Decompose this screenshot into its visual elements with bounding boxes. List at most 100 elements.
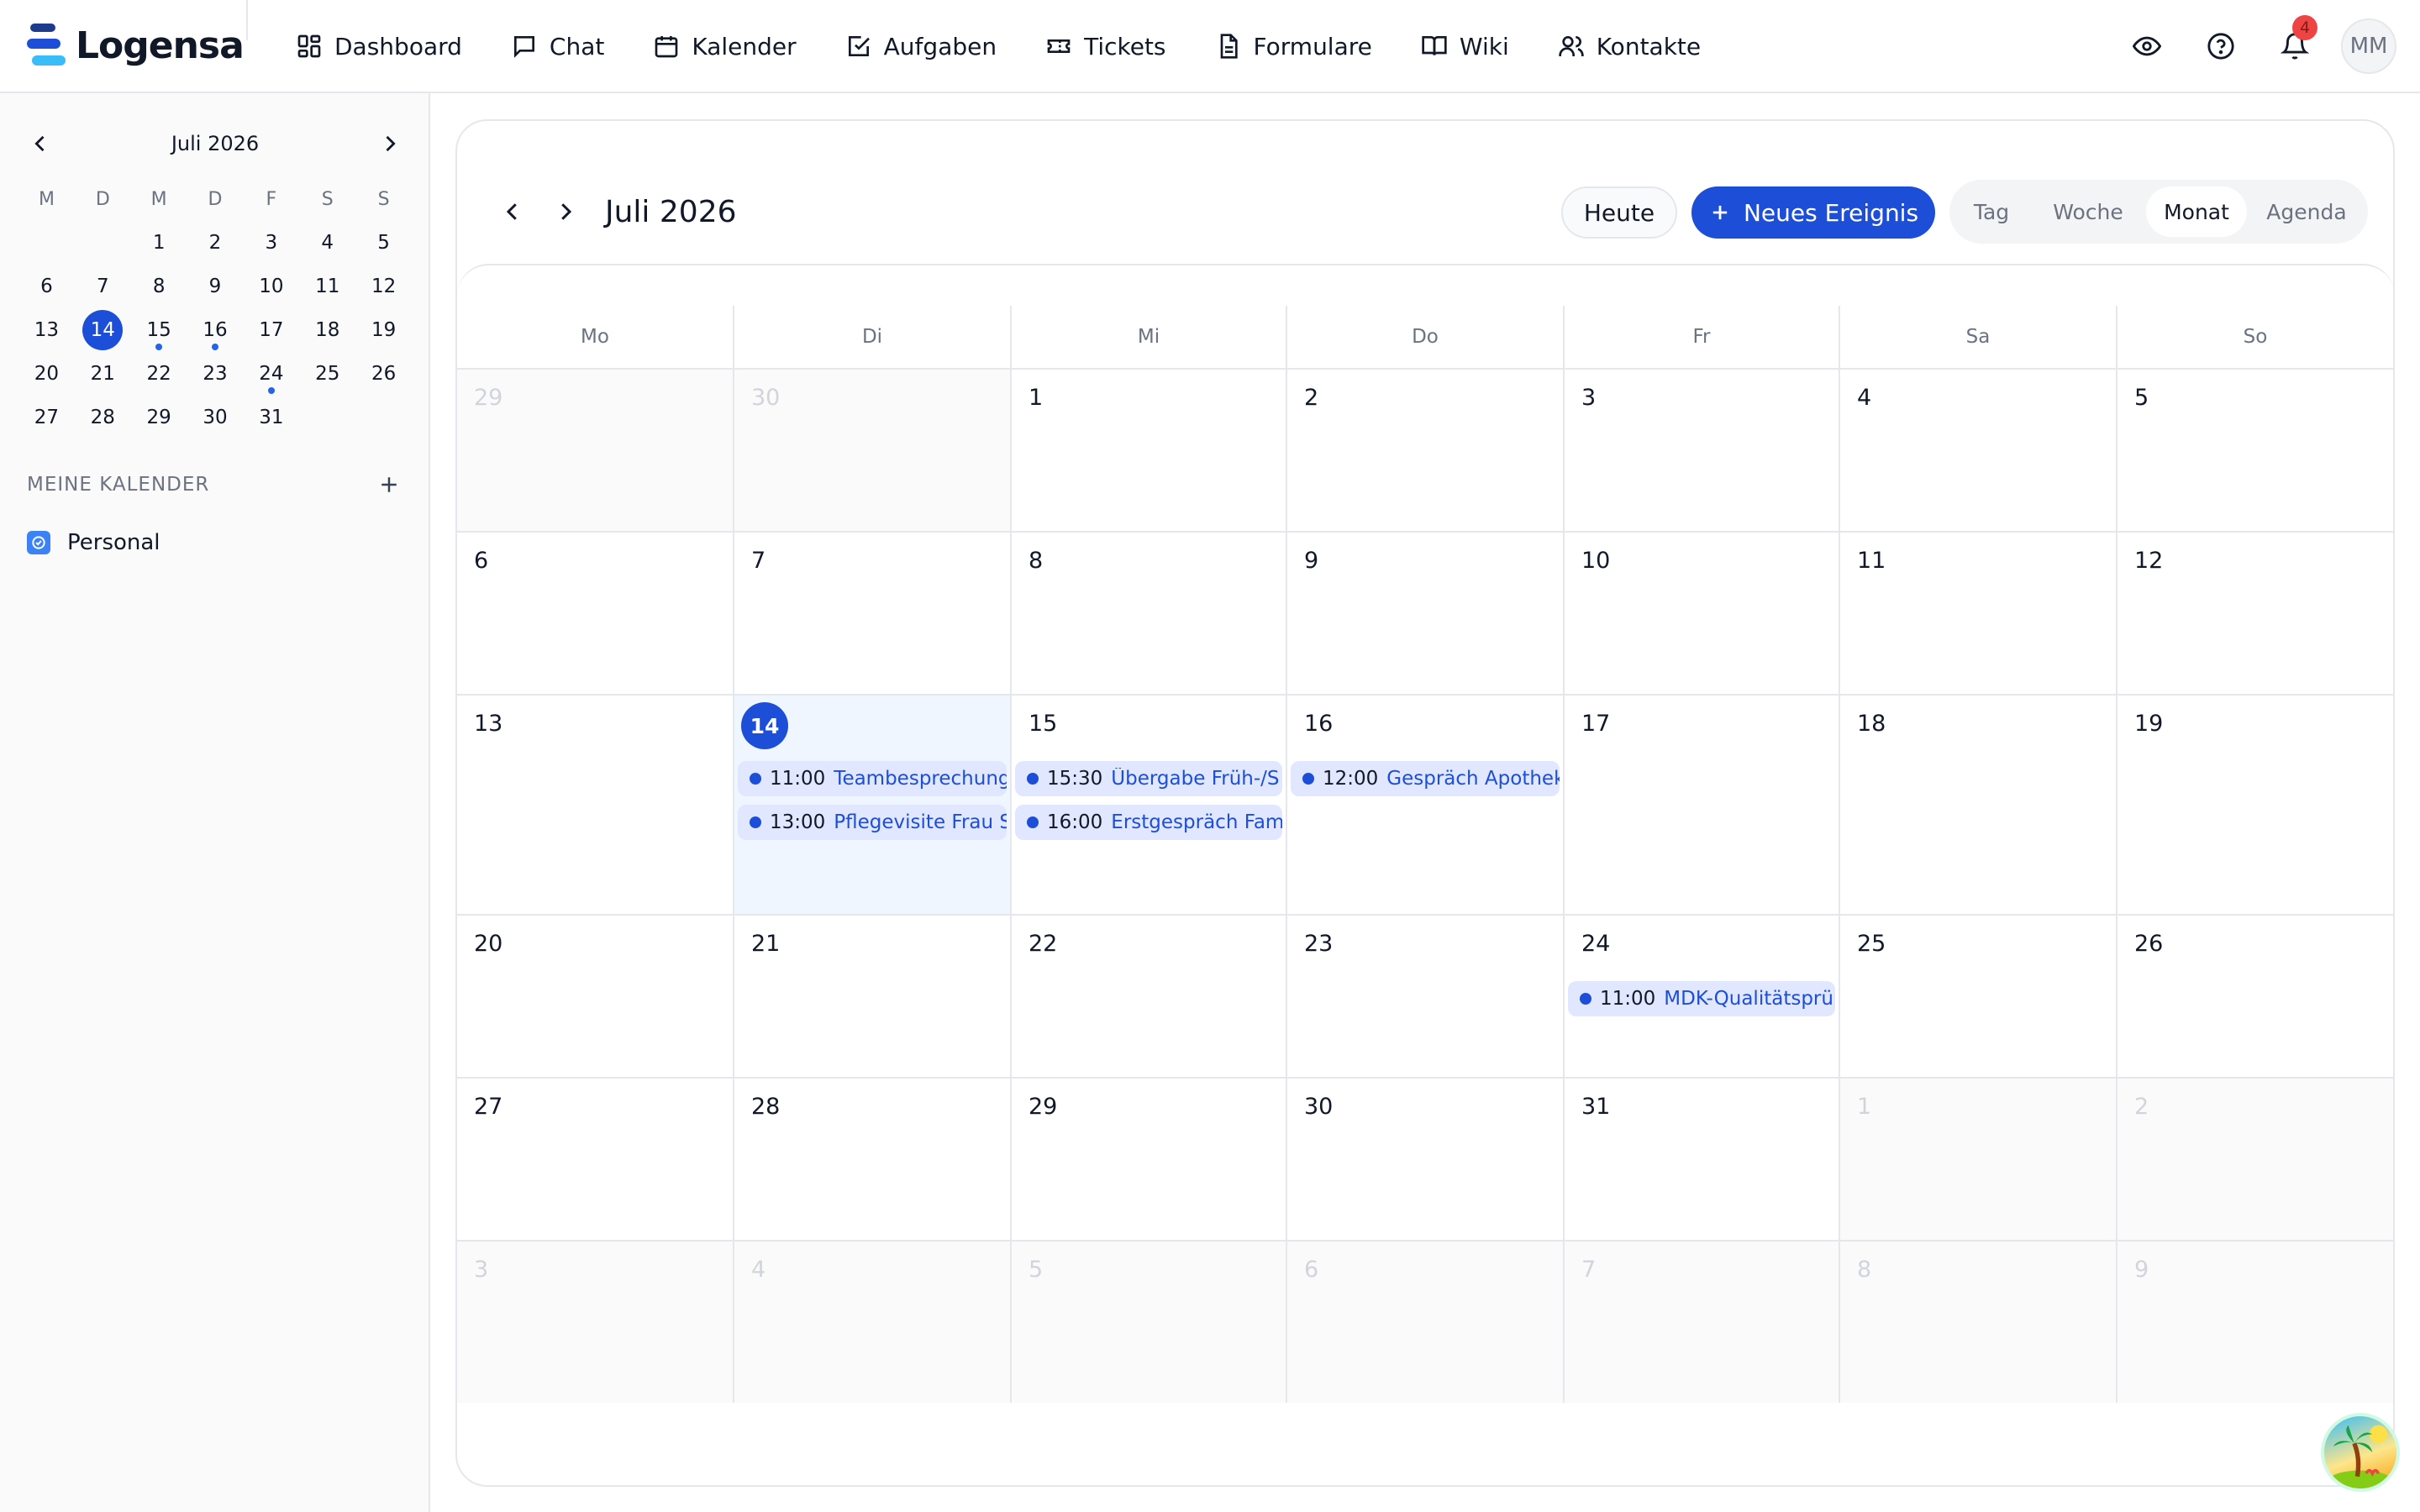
add-calendar-icon[interactable] (376, 472, 402, 497)
day-cell[interactable]: 30 (733, 370, 1010, 531)
mini-day[interactable]: 20 (18, 352, 75, 396)
mini-day[interactable]: 2 (187, 221, 244, 265)
nav-tasks[interactable]: Aufgaben (845, 25, 997, 67)
day-cell[interactable]: 2 (1286, 370, 1563, 531)
prev-month-button[interactable] (487, 186, 538, 237)
day-cell[interactable]: 1 (1839, 1079, 2116, 1240)
day-cell[interactable]: 8 (1010, 533, 1286, 694)
day-cell[interactable]: 24 11:00 MDK-Qualitätsprü (1563, 916, 1839, 1077)
app-logo[interactable]: Logensa (27, 22, 245, 69)
mini-day[interactable]: 16 (187, 308, 244, 352)
user-avatar[interactable]: MM (2341, 18, 2396, 74)
day-cell[interactable]: 10 (1563, 533, 1839, 694)
calendar-event[interactable]: 12:00 Gespräch Apothek (1291, 761, 1560, 796)
day-cell[interactable]: 20 (457, 916, 733, 1077)
mini-day[interactable]: 28 (75, 396, 131, 439)
holiday-widget-button[interactable] (2321, 1413, 2400, 1492)
help-button[interactable] (2193, 18, 2249, 74)
nav-dashboard[interactable]: Dashboard (296, 25, 462, 67)
day-cell[interactable]: 23 (1286, 916, 1563, 1077)
day-cell[interactable]: 17 (1563, 696, 1839, 914)
day-cell[interactable]: 5 (2116, 370, 2393, 531)
mini-prev-month-button[interactable] (18, 122, 62, 165)
mini-day[interactable]: 6 (18, 265, 75, 308)
day-cell[interactable]: 4 (733, 1242, 1010, 1403)
day-cell[interactable]: 3 (1563, 370, 1839, 531)
day-cell[interactable]: 7 (1563, 1242, 1839, 1403)
mini-day[interactable]: 14 (75, 308, 131, 352)
day-cell[interactable]: 2 (2116, 1079, 2393, 1240)
calendar-event[interactable]: 13:00 Pflegevisite Frau S (738, 805, 1007, 840)
mini-day[interactable]: 18 (299, 308, 355, 352)
day-cell[interactable]: 31 (1563, 1079, 1839, 1240)
day-cell[interactable]: 28 (733, 1079, 1010, 1240)
mini-day[interactable]: 11 (299, 265, 355, 308)
day-cell[interactable]: 11 (1839, 533, 2116, 694)
mini-day[interactable]: 17 (243, 308, 299, 352)
day-cell[interactable]: 21 (733, 916, 1010, 1077)
next-month-button[interactable] (540, 186, 591, 237)
day-cell[interactable]: 29 (1010, 1079, 1286, 1240)
day-cell[interactable]: 1 (1010, 370, 1286, 531)
nav-contacts[interactable]: Kontakte (1558, 25, 1701, 67)
day-cell[interactable]: 6 (457, 533, 733, 694)
mini-day[interactable]: 27 (18, 396, 75, 439)
day-cell[interactable]: 7 (733, 533, 1010, 694)
view-month[interactable]: Monat (2146, 186, 2247, 237)
mini-day[interactable]: 4 (299, 221, 355, 265)
mini-next-month-button[interactable] (368, 122, 412, 165)
day-cell[interactable]: 12 (2116, 533, 2393, 694)
view-week[interactable]: Woche (2037, 186, 2139, 237)
day-cell[interactable]: 27 (457, 1079, 733, 1240)
mini-day[interactable]: 12 (355, 265, 412, 308)
day-cell[interactable]: 14 11:00 Teambesprechung 13:00 Pflegevisite … (733, 696, 1010, 914)
day-cell[interactable]: 9 (1286, 533, 1563, 694)
view-day[interactable]: Tag (1960, 186, 2023, 237)
day-cell[interactable]: 26 (2116, 916, 2393, 1077)
calendar-event[interactable]: 11:00 MDK-Qualitätsprü (1568, 981, 1835, 1016)
view-agenda[interactable]: Agenda (2252, 186, 2361, 237)
mini-day[interactable]: 30 (187, 396, 244, 439)
mini-day[interactable]: 23 (187, 352, 244, 396)
day-cell[interactable]: 25 (1839, 916, 2116, 1077)
calendar-event[interactable]: 16:00 Erstgespräch Fam (1015, 805, 1282, 840)
mini-day[interactable]: 24 (243, 352, 299, 396)
mini-day[interactable]: 15 (131, 308, 187, 352)
calendar-item-personal[interactable]: Personal (27, 525, 160, 560)
nav-calendar[interactable]: Kalender (653, 25, 797, 67)
mini-day[interactable]: 10 (243, 265, 299, 308)
new-event-button[interactable]: Neues Ereignis (1691, 186, 1935, 239)
nav-tickets[interactable]: Tickets (1045, 25, 1166, 67)
mini-day[interactable]: 7 (75, 265, 131, 308)
day-cell[interactable]: 4 (1839, 370, 2116, 531)
mini-day[interactable]: 26 (355, 352, 412, 396)
mini-day[interactable]: 31 (243, 396, 299, 439)
day-cell[interactable]: 8 (1839, 1242, 2116, 1403)
calendar-checkbox[interactable] (27, 531, 50, 554)
day-cell[interactable]: 18 (1839, 696, 2116, 914)
nav-chat[interactable]: Chat (511, 25, 604, 67)
mini-day[interactable]: 5 (355, 221, 412, 265)
day-cell[interactable]: 6 (1286, 1242, 1563, 1403)
mini-day[interactable]: 29 (131, 396, 187, 439)
calendar-event[interactable]: 11:00 Teambesprechung (738, 761, 1007, 796)
mini-day[interactable]: 13 (18, 308, 75, 352)
today-button[interactable]: Heute (1561, 186, 1677, 239)
mini-day[interactable]: 19 (355, 308, 412, 352)
day-cell[interactable]: 19 (2116, 696, 2393, 914)
day-cell[interactable]: 15 15:30 Übergabe Früh-/S 16:00 Erstgespräch… (1010, 696, 1286, 914)
mini-day[interactable]: 25 (299, 352, 355, 396)
day-cell[interactable]: 13 (457, 696, 733, 914)
mini-day[interactable]: 8 (131, 265, 187, 308)
day-cell[interactable]: 29 (457, 370, 733, 531)
day-cell[interactable]: 16 12:00 Gespräch Apothek (1286, 696, 1563, 914)
calendar-event[interactable]: 15:30 Übergabe Früh-/S (1015, 761, 1282, 796)
day-cell[interactable]: 22 (1010, 916, 1286, 1077)
nav-forms[interactable]: Formulare (1215, 25, 1372, 67)
mini-day[interactable]: 3 (243, 221, 299, 265)
mini-day[interactable]: 22 (131, 352, 187, 396)
day-cell[interactable]: 3 (457, 1242, 733, 1403)
view-toggle-button[interactable] (2119, 18, 2175, 74)
mini-day[interactable]: 9 (187, 265, 244, 308)
day-cell[interactable]: 30 (1286, 1079, 1563, 1240)
